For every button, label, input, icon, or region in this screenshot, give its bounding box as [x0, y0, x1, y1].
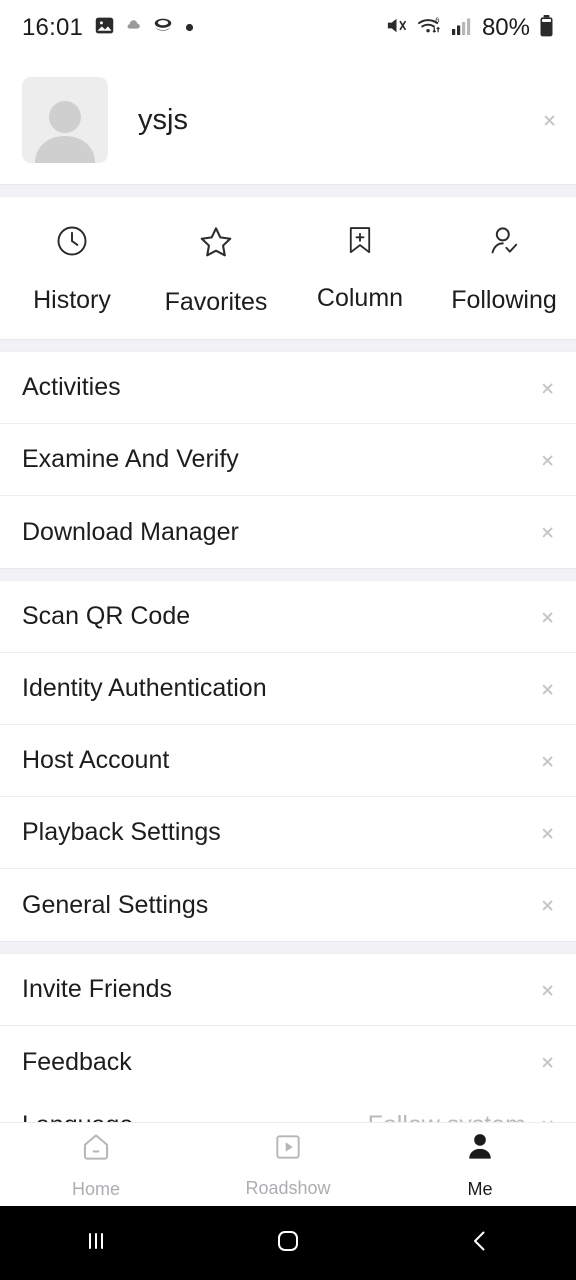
chevron-right-icon[interactable] [542, 896, 552, 914]
menu-item-value: Follow system [368, 1111, 526, 1123]
quick-action-column[interactable]: Column [288, 223, 432, 317]
battery-percent: 80% [481, 14, 530, 41]
tab-home[interactable]: Home [0, 1130, 192, 1200]
menu-item-playback-settings[interactable]: Playback Settings [0, 797, 576, 869]
default-avatar-icon [35, 101, 95, 163]
status-bar: 16:01 6 80% [0, 0, 576, 56]
status-bar-left: 16:01 [22, 14, 194, 42]
status-time: 16:01 [22, 14, 84, 41]
tab-label: Me [467, 1178, 493, 1199]
menu-group-3: Invite Friends Feedback [0, 954, 576, 1098]
bowl-icon [152, 15, 174, 42]
menu-item-host-account[interactable]: Host Account [0, 725, 576, 797]
avatar[interactable] [22, 77, 108, 163]
menu-group-1: Activities Examine And Verify Download M… [0, 352, 576, 568]
chevron-right-icon[interactable] [542, 523, 552, 541]
menu-item-label: Examine And Verify [22, 445, 239, 473]
quick-action-following[interactable]: Following [432, 223, 576, 317]
section-gap [0, 339, 576, 352]
profile-header[interactable]: ysjs [0, 56, 576, 184]
section-gap [0, 184, 576, 197]
menu-item-identity-authentication[interactable]: Identity Authentication [0, 653, 576, 725]
tab-label: Home [71, 1178, 120, 1199]
chevron-right-icon[interactable] [542, 752, 552, 770]
roadshow-icon [272, 1131, 304, 1168]
chevron-right-icon[interactable] [542, 680, 552, 698]
menu-item-download-manager[interactable]: Download Manager [0, 496, 576, 568]
person-check-icon [486, 223, 522, 264]
cloud-small-icon [126, 18, 141, 38]
quick-action-label: History [33, 286, 111, 314]
phone-screen: 16:01 6 80% ysjs History Favorites Colum… [0, 0, 576, 1280]
menu-item-scan-qr-code[interactable]: Scan QR Code [0, 581, 576, 653]
home-icon [79, 1130, 113, 1169]
menu-item-label: General Settings [22, 890, 209, 919]
menu-item-label: Language [22, 1111, 133, 1123]
chevron-right-icon[interactable] [544, 111, 554, 129]
tab-label: Roadshow [245, 1177, 331, 1198]
chevron-right-icon[interactable] [542, 379, 552, 397]
tab-me[interactable]: Me [384, 1130, 576, 1200]
svg-text:6: 6 [435, 16, 439, 25]
menu-item-feedback[interactable]: Feedback [0, 1026, 576, 1098]
section-gap [0, 568, 576, 581]
menu-item-general-settings[interactable]: General Settings [0, 869, 576, 941]
bottom-tab-bar: Home Roadshow Me [0, 1122, 576, 1206]
quick-actions-row: History Favorites Column Following [0, 197, 576, 339]
menu-item-label: Activities [22, 373, 121, 401]
recents-button[interactable] [0, 1227, 192, 1260]
back-button[interactable] [384, 1227, 576, 1260]
profile-username: ysjs [138, 103, 188, 136]
menu-item-label: Feedback [22, 1047, 132, 1076]
menu-item-label: Scan QR Code [22, 602, 191, 630]
menu-item-language-clipped: Language Follow system [0, 1089, 576, 1122]
menu-item-invite-friends[interactable]: Invite Friends [0, 954, 576, 1026]
signal-bars-icon [451, 15, 473, 41]
menu-item-label: Invite Friends [22, 975, 173, 1003]
image-icon [94, 15, 115, 41]
menu-item-label: Download Manager [22, 517, 239, 546]
quick-action-history[interactable]: History [0, 223, 144, 317]
battery-icon [539, 14, 554, 43]
menu-item-activities[interactable]: Activities [0, 352, 576, 424]
menu-item-label: Host Account [22, 746, 170, 774]
quick-action-label: Favorites [164, 288, 268, 316]
chevron-right-icon[interactable] [542, 1053, 552, 1071]
status-bar-right: 6 80% [385, 14, 554, 43]
menu-item-language[interactable]: Language Follow system [0, 1089, 576, 1122]
quick-action-label: Column [316, 284, 404, 312]
quick-action-favorites[interactable]: Favorites [144, 223, 288, 317]
home-square-icon [274, 1227, 302, 1260]
quick-action-label: Following [451, 286, 557, 314]
back-chevron-icon [466, 1227, 494, 1260]
chevron-right-icon[interactable] [542, 824, 552, 842]
menu-item-examine-and-verify[interactable]: Examine And Verify [0, 424, 576, 496]
dot-icon [185, 19, 194, 37]
wifi-6-icon: 6 [417, 14, 442, 42]
tab-roadshow[interactable]: Roadshow [192, 1131, 384, 1199]
menu-group-2: Scan QR Code Identity Authentication Hos… [0, 581, 576, 941]
chevron-right-icon[interactable] [542, 981, 552, 999]
star-icon [197, 223, 235, 266]
person-icon [463, 1130, 497, 1169]
recents-icon [81, 1227, 111, 1260]
bookmark-plus-icon [343, 223, 377, 262]
chevron-right-icon[interactable] [542, 451, 552, 469]
clock-icon [54, 223, 90, 264]
section-gap [0, 941, 576, 954]
chevron-right-icon[interactable] [542, 608, 552, 626]
home-button[interactable] [192, 1227, 384, 1260]
system-navigation-bar [0, 1206, 576, 1280]
mute-icon [385, 14, 408, 42]
menu-item-label: Identity Authentication [22, 674, 267, 702]
menu-item-label: Playback Settings [22, 818, 221, 846]
